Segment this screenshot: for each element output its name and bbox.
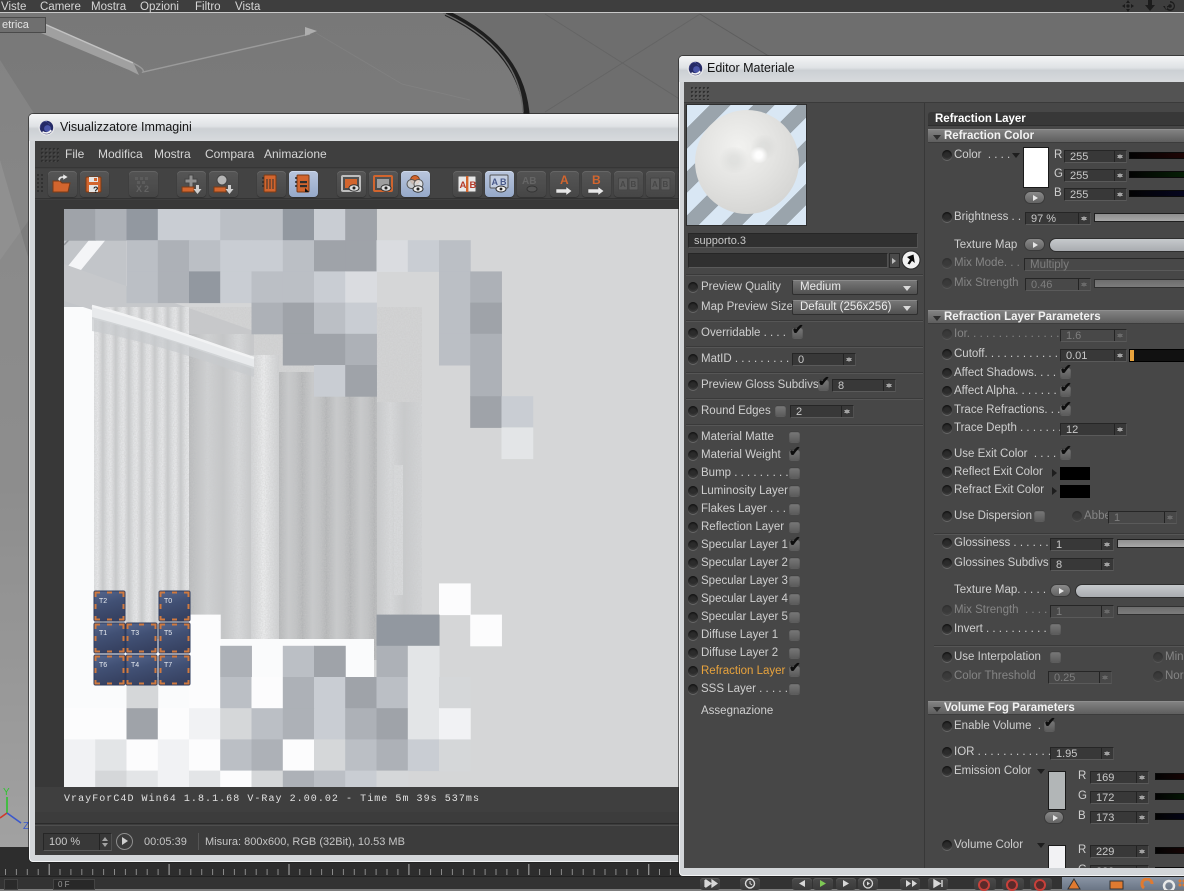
svg-text:B: B <box>500 177 507 187</box>
svg-text:B: B <box>631 180 637 189</box>
svg-text:T0: T0 <box>164 598 172 605</box>
svg-text:T7: T7 <box>164 662 172 669</box>
svg-text:B: B <box>470 180 477 191</box>
svg-text:Y: Y <box>3 787 10 798</box>
svg-text:B: B <box>592 173 601 187</box>
svg-text:B: B <box>663 180 669 189</box>
svg-text:A: A <box>560 173 569 187</box>
svg-text:A: A <box>652 180 658 189</box>
svg-text:?: ? <box>93 185 99 195</box>
svg-text:T5: T5 <box>164 630 172 637</box>
svg-text:T4: T4 <box>131 662 139 669</box>
svg-text:A: A <box>492 177 499 187</box>
svg-text:T1: T1 <box>99 630 107 637</box>
svg-text:T6: T6 <box>99 662 107 669</box>
svg-text:A: A <box>620 180 626 189</box>
svg-text:2: 2 <box>144 184 149 194</box>
svg-text:T3: T3 <box>131 630 139 637</box>
svg-text:AB: AB <box>522 176 536 187</box>
svg-text:X: X <box>136 184 142 194</box>
svg-text:T2: T2 <box>99 598 107 605</box>
svg-text:A: A <box>460 180 467 191</box>
